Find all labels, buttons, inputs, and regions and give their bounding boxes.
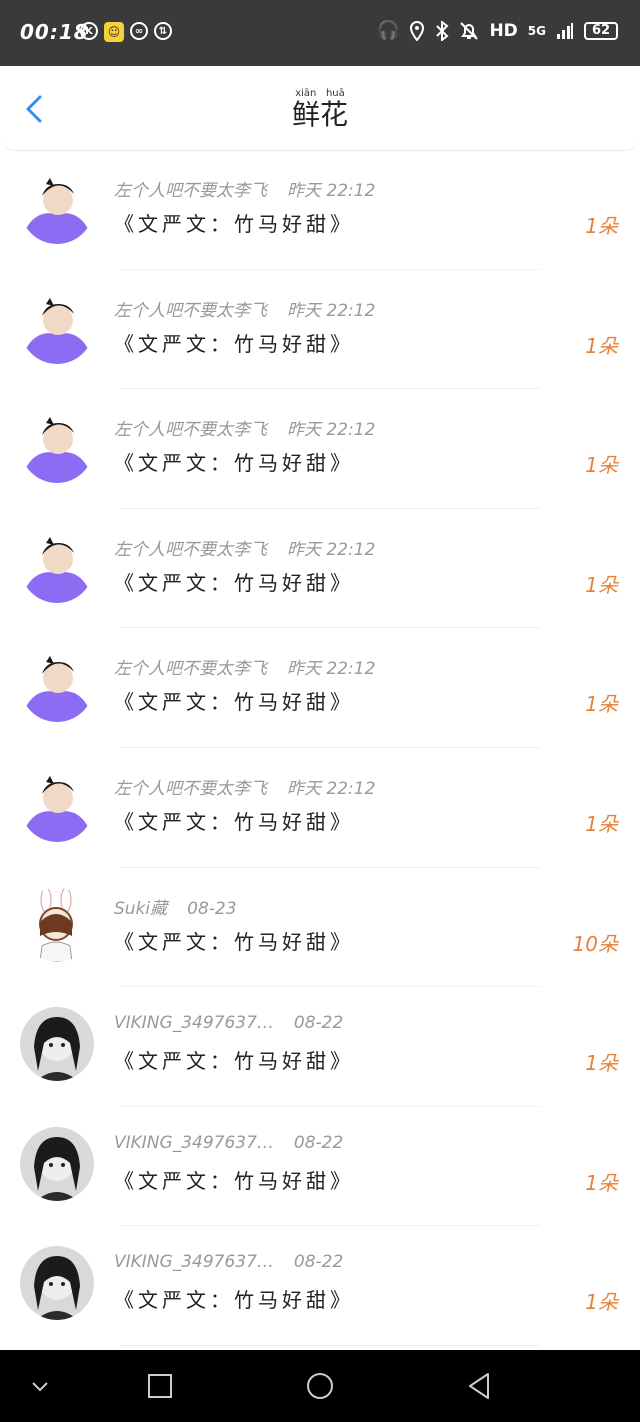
record-date: 08-22 [293,1013,344,1034]
book-title[interactable]: 《文严文：竹马好甜》 [114,1165,354,1194]
record-date: 昨天 22:12 [287,420,376,441]
mute-bell-icon [460,21,479,40]
record-meta: VIKING_3497637… 08-22 [114,1252,343,1272]
avatar[interactable] [20,1007,94,1082]
sender-name[interactable]: 左个人吧不要太李飞 [114,659,267,679]
record-meta: 左个人吧不要太李飞 昨天 22:12 [114,296,375,321]
avatar[interactable] [20,409,94,484]
record-meta: Suki藏 08-23 [114,894,237,919]
avatar[interactable] [20,289,94,364]
sender-name[interactable]: Suki藏 [114,899,167,919]
network-type: HD [489,20,518,41]
recent-apps-icon[interactable] [144,1370,176,1402]
record-date: 昨天 22:12 [287,778,376,799]
status-system-icons: 🎧 HD 5G 62 [377,20,618,41]
avatar[interactable] [20,1246,94,1321]
sender-name[interactable]: 左个人吧不要太李飞 [114,420,267,440]
flower-count: 1朵 [585,811,618,836]
book-title[interactable]: 《文严文：竹马好甜》 [114,1284,354,1313]
book-title[interactable]: 《文严文：竹马好甜》 [114,1045,354,1074]
list-item[interactable]: VIKING_3497637… 08-22 《文严文：竹马好甜》 1朵 [0,987,640,1107]
record-date: 昨天 22:12 [287,181,376,201]
book-title[interactable]: 《文严文：竹马好甜》 [114,328,354,357]
sender-name[interactable]: VIKING_3497637… [114,1133,274,1153]
flower-count: 1朵 [585,572,618,597]
record-meta: 左个人吧不要太李飞 昨天 22:12 [114,535,375,560]
avatar[interactable] [20,170,94,244]
record-meta: 左个人吧不要太李飞 昨天 22:12 [114,774,375,799]
sender-name[interactable]: VIKING_3497637… [114,1013,274,1033]
flower-count: 1朵 [585,692,618,717]
status-notification-icons: K ☺ ∞ ⇅ [80,22,172,42]
sender-name[interactable]: 左个人吧不要太李飞 [114,779,267,799]
header: 鲜花xiān huā [0,66,640,151]
list-item[interactable]: 左个人吧不要太李飞 昨天 22:12 《文严文：竹马好甜》 1朵 [0,389,640,509]
book-title[interactable]: 《文严文：竹马好甜》 [114,208,354,237]
list-item[interactable]: 左个人吧不要太李飞 昨天 22:12 《文严文：竹马好甜》 1朵 [0,270,640,390]
sender-name[interactable]: VIKING_3497637… [114,1252,274,1272]
back-triangle-icon[interactable] [464,1370,496,1402]
flower-record-list: 左个人吧不要太李飞 昨天 22:12 《文严文：竹马好甜》 1朵 左个人吧不要太李飞 昨天… [0,150,640,1346]
record-meta: 左个人吧不要太李飞 昨天 22:12 [114,176,375,201]
record-date: 08-22 [293,1252,344,1273]
record-meta: VIKING_3497637… 08-22 [114,1013,343,1033]
flower-count: 1朵 [585,1051,618,1076]
headphones-icon: 🎧 [377,20,400,41]
flower-count: 1朵 [585,453,618,478]
list-item[interactable]: 左个人吧不要太李飞 昨天 22:12 《文严文：竹马好甜》 1朵 [0,628,640,748]
battery-icon: 62 [584,21,618,40]
avatar[interactable] [20,1126,94,1201]
avatar[interactable] [20,887,94,962]
page-title-pinyin: xiān huā [291,88,348,99]
flower-count: 10朵 [572,931,618,956]
link-icon: ∞ [130,22,148,40]
flower-count: 1朵 [585,1290,618,1315]
list-item[interactable]: 左个人吧不要太李飞 昨天 22:12 《文严文：竹马好甜》 1朵 [0,748,640,868]
list-item[interactable]: 左个人吧不要太李飞 昨天 22:12 《文严文：竹马好甜》 1朵 [0,150,640,270]
record-date: 08-22 [293,1132,344,1153]
chevron-down-icon[interactable] [24,1370,56,1402]
page-title-text: 鲜花 [291,98,348,131]
flower-count: 1朵 [585,333,618,358]
sender-name[interactable]: 左个人吧不要太李飞 [114,181,267,201]
chat-app-icon: ☺ [104,22,124,42]
book-title[interactable]: 《文严文：竹马好甜》 [114,926,354,955]
list-item[interactable]: Suki藏 08-23 《文严文：竹马好甜》 10朵 [0,868,640,988]
page-title: 鲜花xiān huā [0,88,640,133]
list-item[interactable]: 左个人吧不要太李飞 昨天 22:12 《文严文：竹马好甜》 1朵 [0,509,640,629]
record-meta: 左个人吧不要太李飞 昨天 22:12 [114,654,375,679]
system-nav-bar [0,1350,640,1422]
signal-icon [557,22,573,39]
k-app-icon: K [80,22,98,40]
record-date: 08-23 [187,898,237,919]
book-title[interactable]: 《文严文：竹马好甜》 [114,806,354,835]
sender-name[interactable]: 左个人吧不要太李飞 [114,301,267,321]
record-meta: 左个人吧不要太李飞 昨天 22:12 [114,415,375,440]
avatar[interactable] [20,528,94,603]
flower-count: 1朵 [585,214,618,238]
book-title[interactable]: 《文严文：竹马好甜》 [114,686,354,715]
signal-type: 5G [527,23,546,38]
record-meta: VIKING_3497637… 08-22 [114,1133,343,1153]
home-icon[interactable] [304,1370,336,1402]
record-date: 昨天 22:12 [287,300,376,321]
book-title[interactable]: 《文严文：竹马好甜》 [114,567,354,596]
bluetooth-icon [436,20,449,41]
status-bar: 00:18 K ☺ ∞ ⇅ 🎧 HD 5G 62 [0,0,640,66]
list-item[interactable]: VIKING_3497637… 08-22 《文严文：竹马好甜》 1朵 [0,1107,640,1227]
sender-name[interactable]: 左个人吧不要太李飞 [114,540,267,560]
book-title[interactable]: 《文严文：竹马好甜》 [114,447,354,476]
record-date: 昨天 22:12 [287,659,376,680]
location-icon [410,20,425,41]
flower-count: 1朵 [585,1170,618,1195]
avatar[interactable] [20,767,94,842]
divider [120,1344,540,1346]
record-date: 昨天 22:12 [287,539,376,560]
sync-icon: ⇅ [154,22,172,40]
status-time: 00:18 [20,20,89,44]
avatar[interactable] [20,648,94,723]
list-item[interactable]: VIKING_3497637… 08-22 《文严文：竹马好甜》 1朵 [0,1226,640,1346]
